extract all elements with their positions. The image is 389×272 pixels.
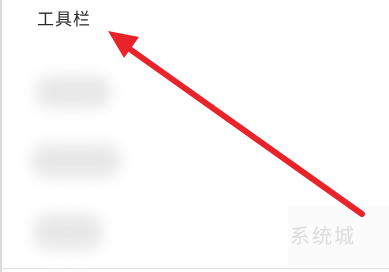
panel-bottom-border <box>0 268 389 269</box>
toolbar-panel: 工具栏 系统城 <box>0 0 389 272</box>
red-arrow-annotation <box>108 31 365 217</box>
arrow-shaft <box>121 42 365 217</box>
